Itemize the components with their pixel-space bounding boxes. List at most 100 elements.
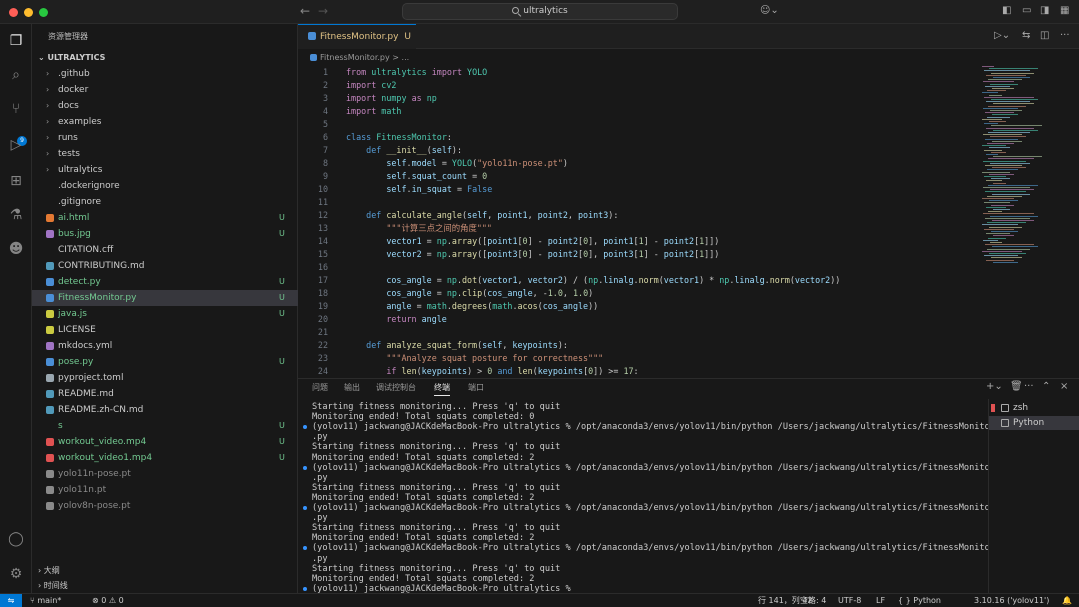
file-item[interactable]: detect.py U: [32, 274, 298, 290]
manage-gear-icon[interactable]: ⚙: [7, 565, 25, 583]
pt-file-icon: [46, 502, 54, 510]
editor-tab-bar: FitnessMonitor.py U ▷⌄ ⇆ ◫ ···: [298, 24, 1079, 49]
panel-tab[interactable]: 终端: [434, 382, 450, 396]
window-zoom-button[interactable]: [39, 8, 48, 17]
indentation[interactable]: 空格: 4: [800, 595, 826, 607]
terminal-line: .py: [312, 472, 328, 483]
minimap-line: [986, 180, 1002, 182]
command-center-search[interactable]: ultralytics: [402, 3, 678, 20]
split-editor-icon[interactable]: ◫: [1040, 30, 1049, 41]
file-item[interactable]: pyproject.toml: [32, 370, 298, 386]
minimap-line: [991, 204, 1014, 206]
file-item[interactable]: README.zh-CN.md: [32, 402, 298, 418]
file-item[interactable]: yolov8n-pose.pt: [32, 498, 298, 514]
language-mode[interactable]: { } Python: [898, 595, 941, 607]
explorer-icon[interactable]: ❐: [7, 32, 25, 50]
open-changes-icon[interactable]: ⇆: [1022, 30, 1030, 41]
more-actions-icon[interactable]: ···: [1060, 30, 1070, 41]
copilot-icon[interactable]: ☺⌄: [760, 5, 779, 16]
panel-tab[interactable]: 调试控制台: [376, 382, 416, 393]
file-item[interactable]: workout_video1.mp4 U: [32, 450, 298, 466]
panel-tab[interactable]: 输出: [344, 382, 360, 393]
kill-terminal-icon[interactable]: 🗑: [1010, 381, 1023, 392]
editor-scrollbar[interactable]: [1071, 66, 1077, 376]
file-item[interactable]: .gitignore: [32, 194, 298, 210]
search-icon[interactable]: ⌕: [7, 66, 25, 84]
timeline-section[interactable]: › 时间线: [38, 580, 68, 591]
window-close-button[interactable]: [9, 8, 18, 17]
run-file-icon[interactable]: ▷⌄: [994, 30, 1010, 41]
file-item[interactable]: workout_video.mp4 U: [32, 434, 298, 450]
command-decoration-icon[interactable]: [303, 465, 307, 470]
file-item[interactable]: java.js U: [32, 306, 298, 322]
folder-item[interactable]: › docker: [32, 82, 298, 98]
forward-arrow-icon[interactable]: →: [318, 4, 328, 18]
code-editor[interactable]: 1 from ultralytics import YOLO 2 import cv2…: [298, 66, 980, 378]
file-item[interactable]: mkdocs.yml: [32, 338, 298, 354]
new-terminal-icon[interactable]: +⌄: [986, 381, 1003, 392]
outline-section[interactable]: › 大纲: [38, 565, 60, 576]
folder-item[interactable]: › ultralytics: [32, 162, 298, 178]
file-item[interactable]: CONTRIBUTING.md: [32, 258, 298, 274]
toggle-sidebar-icon[interactable]: ◧: [1002, 5, 1011, 16]
folder-item[interactable]: › tests: [32, 146, 298, 162]
file-item[interactable]: CITATION.cff: [32, 242, 298, 258]
tree-item-label: workout_video1.mp4: [58, 453, 153, 463]
terminal-output[interactable]: Starting fitness monitoring... Press 'q'…: [298, 399, 988, 594]
more-actions-icon[interactable]: ···: [1024, 381, 1034, 392]
notifications-bell-icon[interactable]: 🔔: [1062, 595, 1072, 607]
back-arrow-icon[interactable]: ←: [300, 4, 310, 18]
file-item[interactable]: sU: [32, 418, 298, 434]
run-debug-icon[interactable]: ▷: [7, 136, 25, 154]
remote-indicator-icon[interactable]: ⇋: [0, 594, 22, 607]
folder-item[interactable]: › examples: [32, 114, 298, 130]
file-item[interactable]: yolo11n-pose.pt: [32, 466, 298, 482]
file-item[interactable]: yolo11n.pt: [32, 482, 298, 498]
code-token: =: [421, 249, 437, 259]
problems-indicator[interactable]: ⊗ 0 ⚠ 0: [92, 595, 124, 607]
file-item[interactable]: ai.html U: [32, 210, 298, 226]
minimap-line: [984, 255, 1018, 257]
command-decoration-icon[interactable]: [303, 586, 307, 591]
minimap-line: [986, 206, 1006, 208]
branch-indicator[interactable]: ⑂ main*: [30, 595, 61, 607]
terminal-instance[interactable]: Python: [989, 416, 1079, 430]
file-item[interactable]: bus.jpg U: [32, 226, 298, 242]
minimap[interactable]: [982, 66, 1042, 266]
file-item[interactable]: .dockerignore: [32, 178, 298, 194]
code-token: keypoints: [421, 366, 468, 376]
minimap-line: [985, 112, 1014, 114]
command-decoration-icon[interactable]: [303, 506, 307, 510]
copilot-icon[interactable]: ☻: [7, 240, 25, 258]
customize-layout-icon[interactable]: ▦: [1060, 5, 1069, 16]
toggle-panel-icon[interactable]: ▭: [1022, 5, 1031, 16]
bottom-panel: 问题 输出 调试控制台 终端 端口 +⌄ 🗑 ··· ⌃ × Starting fitn…: [298, 378, 1079, 594]
folder-item[interactable]: › docs: [32, 98, 298, 114]
testing-icon[interactable]: ⚗: [7, 206, 25, 224]
extensions-icon[interactable]: ⊞: [7, 172, 25, 190]
folder-item[interactable]: › .github: [32, 66, 298, 82]
file-item[interactable]: LICENSE: [32, 322, 298, 338]
maximize-panel-icon[interactable]: ⌃: [1042, 381, 1050, 392]
tree-item-label: FitnessMonitor.py: [58, 293, 137, 303]
breadcrumb[interactable]: FitnessMonitor.py > ...: [310, 53, 409, 62]
toggle-secondary-sidebar-icon[interactable]: ◨: [1040, 5, 1049, 16]
terminal-instance[interactable]: zsh: [989, 401, 1079, 415]
file-item[interactable]: pose.py U: [32, 354, 298, 370]
panel-tab[interactable]: 问题: [312, 382, 328, 393]
tab-fitnessmonitor[interactable]: FitnessMonitor.py U: [298, 24, 416, 49]
accounts-icon[interactable]: ◯: [7, 530, 25, 548]
command-decoration-icon[interactable]: [303, 546, 307, 551]
file-item[interactable]: README.md: [32, 386, 298, 402]
encoding[interactable]: UTF-8: [838, 595, 861, 607]
line-ending[interactable]: LF: [876, 595, 885, 607]
command-decoration-icon[interactable]: [303, 425, 307, 430]
file-item[interactable]: FitnessMonitor.py U: [32, 290, 298, 306]
python-interpreter[interactable]: 3.10.16 ('yolov11'): [974, 595, 1049, 607]
window-minimize-button[interactable]: [24, 8, 33, 17]
source-control-icon[interactable]: ⑂: [7, 100, 25, 118]
close-panel-icon[interactable]: ×: [1060, 381, 1068, 392]
explorer-root-folder[interactable]: ⌄ ULTRALYTICS: [38, 53, 105, 62]
folder-item[interactable]: › runs: [32, 130, 298, 146]
panel-tab[interactable]: 端口: [468, 382, 484, 393]
